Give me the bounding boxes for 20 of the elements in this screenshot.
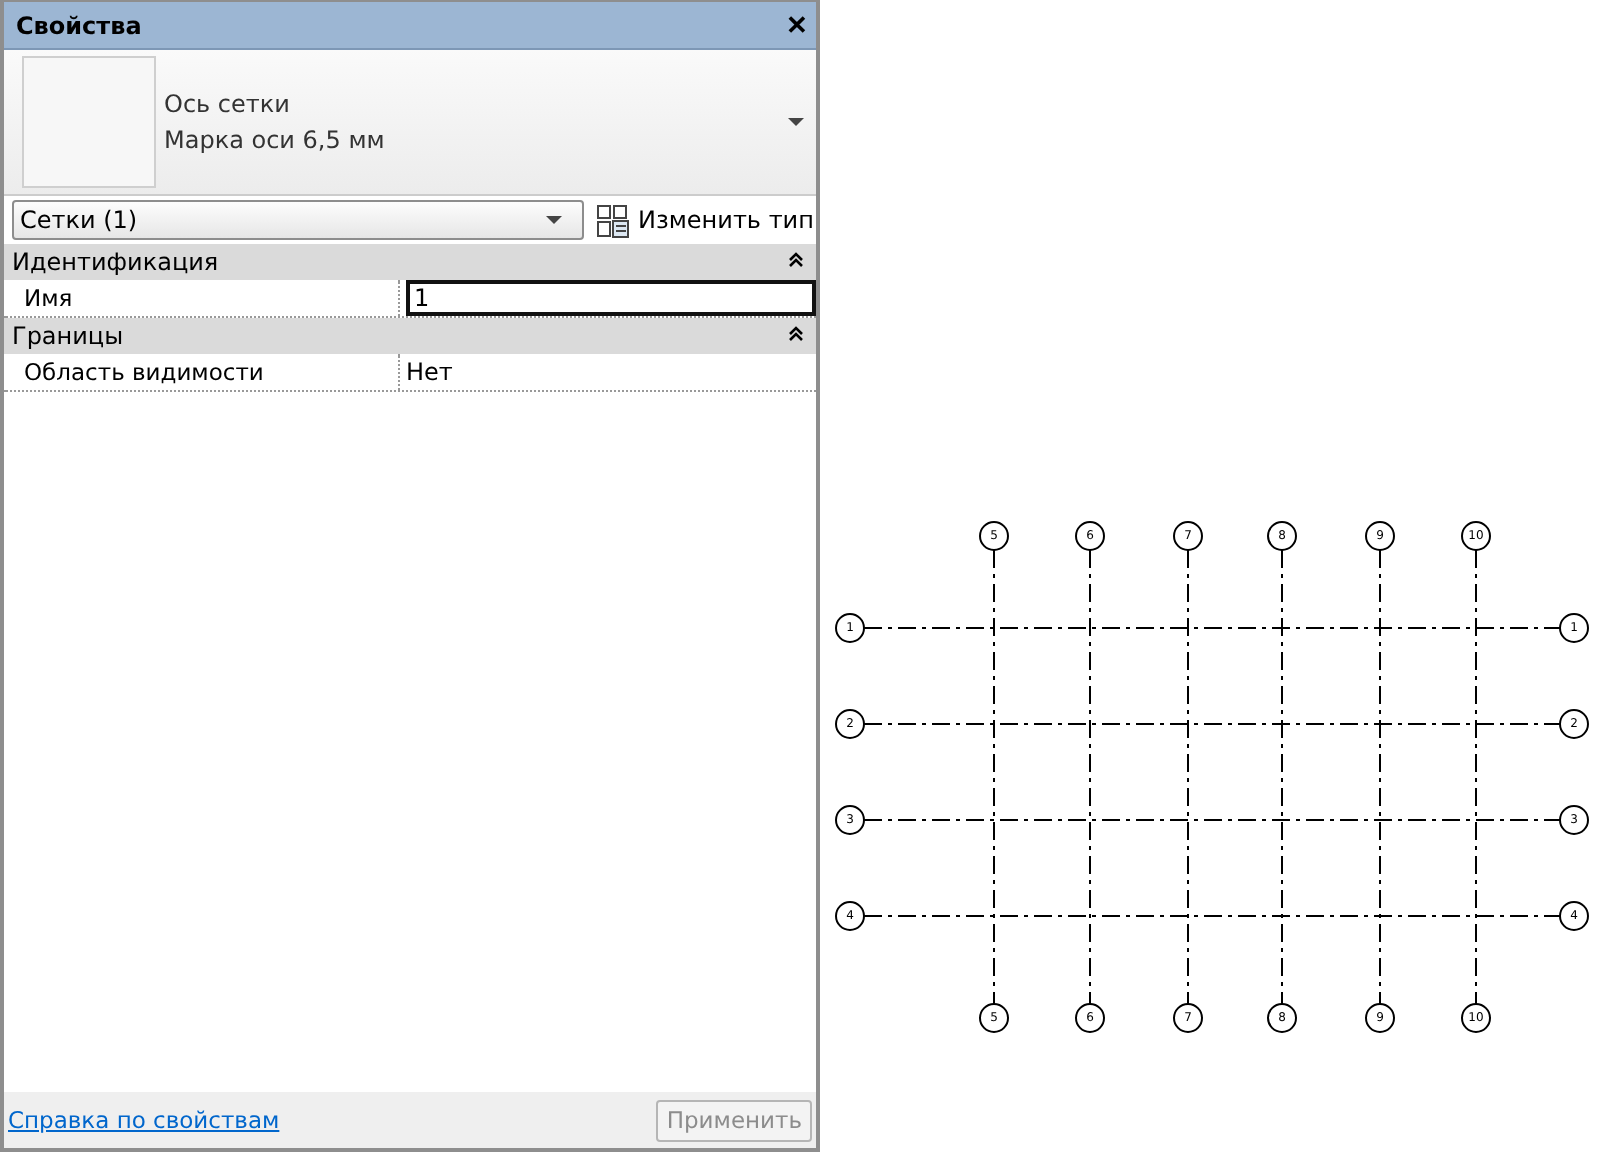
section-header[interactable]: Идентификация — [4, 244, 816, 280]
section-title: Идентификация — [12, 248, 219, 276]
edit-type-icon — [596, 203, 630, 237]
filter-dropdown[interactable]: Сетки (1) — [12, 200, 584, 240]
type-selector[interactable]: Ось сетки Марка оси 6,5 мм — [4, 50, 816, 196]
property-value[interactable]: Нет — [406, 358, 453, 386]
close-button[interactable]: ✕ — [786, 10, 808, 40]
family-name: Ось сетки — [164, 90, 292, 118]
section-header[interactable]: Границы — [4, 318, 816, 354]
help-link[interactable]: Справка по свойствам — [8, 1106, 280, 1134]
section-title: Границы — [12, 322, 124, 350]
edit-type-button[interactable]: Изменить тип — [596, 203, 814, 237]
property-name: Область видимости — [4, 354, 400, 390]
caret-icon — [788, 118, 804, 126]
value-field[interactable]: 1 — [406, 280, 816, 316]
type-preview — [22, 56, 156, 188]
type-name: Марка оси 6,5 мм — [164, 126, 387, 154]
panel-title: Свойства — [16, 11, 142, 39]
caret-icon — [546, 216, 562, 224]
property-name: Имя — [4, 280, 400, 316]
